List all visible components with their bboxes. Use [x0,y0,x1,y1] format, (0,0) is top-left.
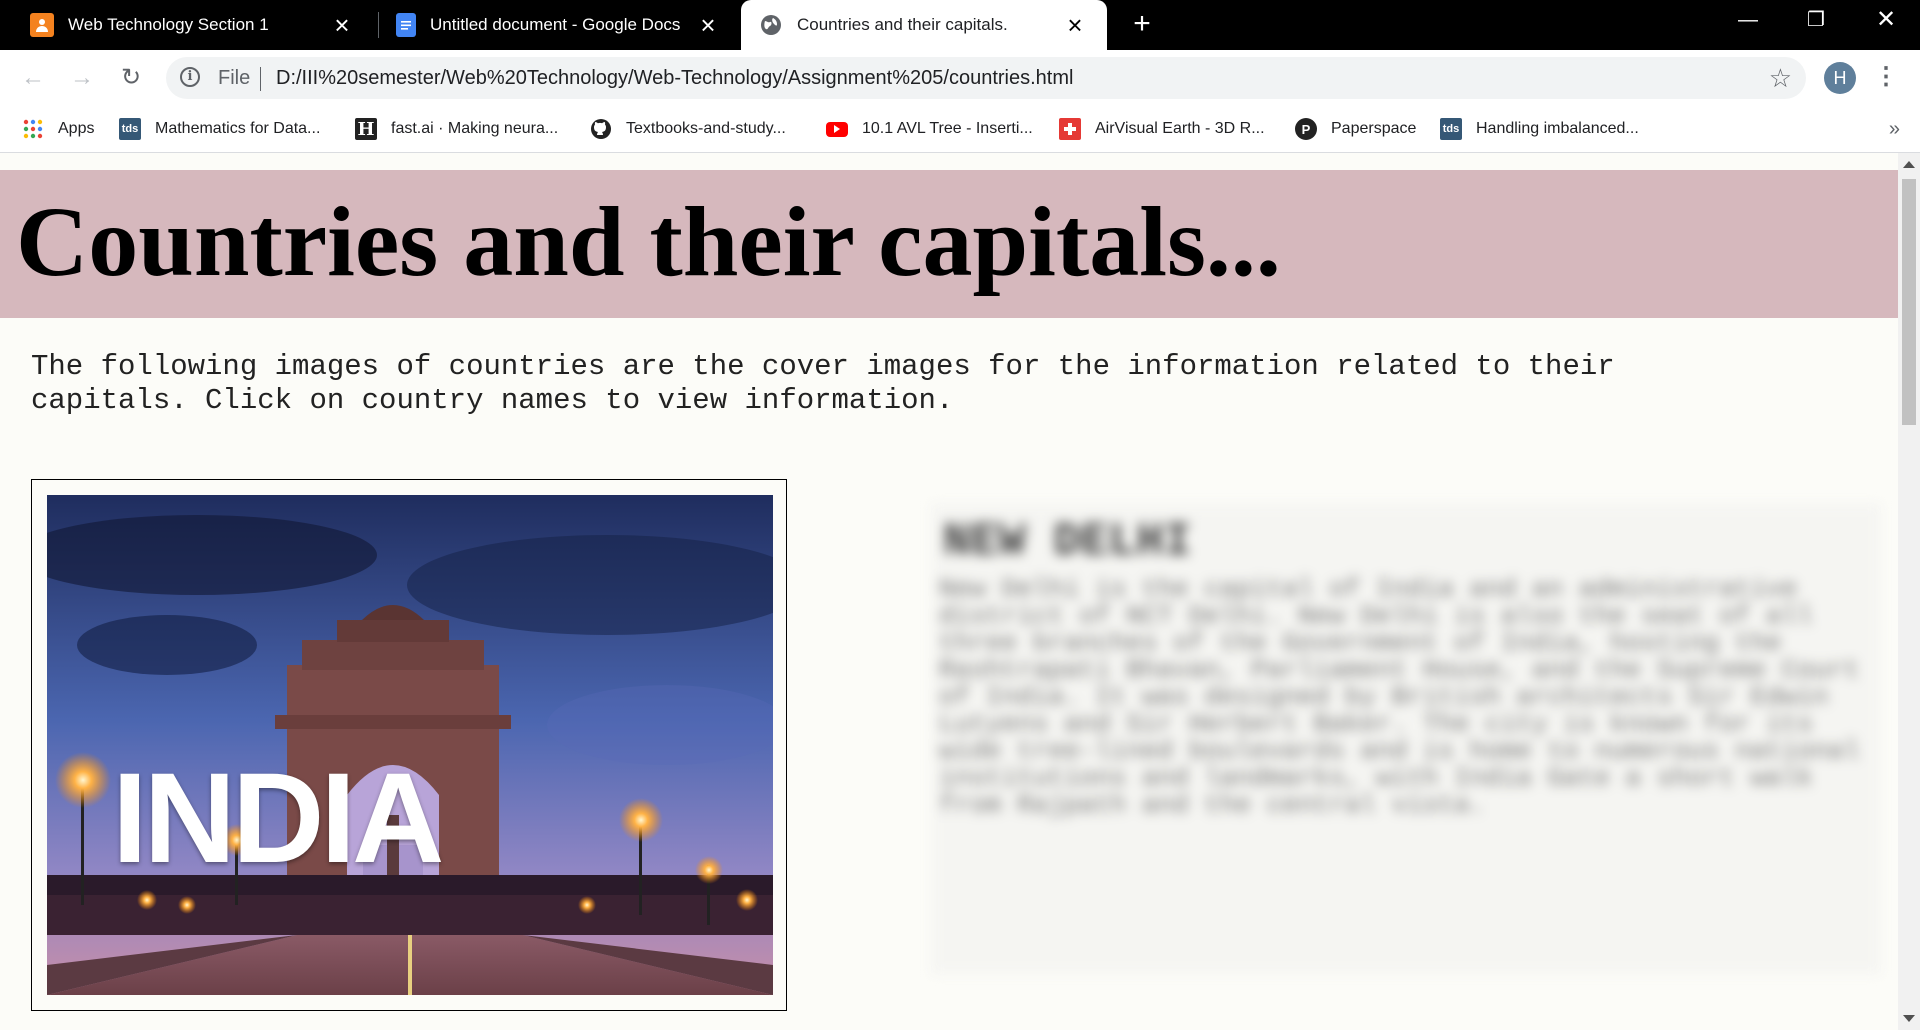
omnibox-divider [260,67,261,91]
github-icon [590,118,612,140]
new-tab-button[interactable]: + [1126,9,1158,41]
bookmark-label: Apps [58,120,95,137]
reload-icon[interactable]: ↻ [113,60,149,96]
star-icon[interactable]: ☆ [1769,63,1792,94]
page-scrollbar[interactable] [1898,153,1920,1030]
back-icon[interactable]: ← [15,60,51,96]
fastai-icon: H [355,118,377,140]
menu-icon[interactable]: ⋮ [1874,62,1898,94]
close-icon[interactable]: × [1063,12,1087,38]
bookmark-label: 10.1 AVL Tree - Inserti... [862,120,1033,137]
globe-icon [759,13,783,37]
bookmark-label: AirVisual Earth - 3D R... [1095,120,1265,137]
scroll-thumb[interactable] [1902,179,1916,425]
bookmark-apps[interactable]: Apps [22,114,94,144]
bookmark-avl-tree[interactable]: 10.1 AVL Tree - Inserti... [826,114,1033,144]
tab-title: Untitled document - Google Docs [430,15,681,34]
docs-icon [396,13,416,37]
tab-strip: Web Technology Section 1 × Untitled docu… [0,0,1920,50]
browser-toolbar: ← → ↻ i File D:/III%20semester/Web%20Tec… [0,50,1920,106]
airvisual-icon [1059,118,1081,140]
country-name-link[interactable]: INDIA [112,745,444,892]
person-orange-icon [30,13,54,37]
tab-title: Web Technology Section 1 [68,15,269,34]
close-icon[interactable]: × [696,12,720,38]
bookmark-mathematics[interactable]: tds Mathematics for Data... [119,114,320,144]
youtube-icon [826,121,848,137]
apps-grid-icon [22,118,44,140]
profile-avatar[interactable]: H [1824,62,1856,94]
window-close-icon[interactable]: ✕ [1852,0,1920,44]
scroll-up-icon[interactable] [1903,161,1915,168]
forward-icon[interactable]: → [64,60,100,96]
bookmark-label: fast.ai · Making neura... [391,120,559,137]
bookmarks-overflow-icon[interactable]: » [1889,118,1900,141]
bookmark-airvisual[interactable]: AirVisual Earth - 3D R... [1059,114,1265,144]
page-title: Countries and their capitals... [16,186,1281,297]
tab-web-technology[interactable]: Web Technology Section 1 × [0,0,374,50]
bookmark-textbooks[interactable]: Textbooks-and-study... [590,114,786,144]
bookmark-fastai[interactable]: H fast.ai · Making neura... [355,114,558,144]
tds-icon: tds [119,118,141,140]
scroll-down-icon[interactable] [1903,1015,1915,1022]
tds-icon: tds [1440,118,1462,140]
capital-info-panel: NEW DELHI New Delhi is the capital of In… [931,504,1881,974]
page-content: Countries and their capitals... The foll… [0,153,1898,1030]
paperspace-icon: P [1295,118,1317,140]
bookmark-label: Mathematics for Data... [155,120,321,137]
bookmark-label: Paperspace [1331,120,1417,137]
header-band: Countries and their capitals... [0,170,1898,318]
tab-google-docs[interactable]: Untitled document - Google Docs × [366,0,740,50]
minimize-icon[interactable]: — [1714,0,1782,44]
tab-countries[interactable]: Countries and their capitals. × [741,0,1107,50]
india-gate-photo[interactable]: INDIA [47,495,773,995]
url-text[interactable]: D:/III%20semester/Web%20Technology/Web-T… [276,67,1073,90]
capital-heading: NEW DELHI [943,516,1192,568]
bookmarks-bar: Apps tds Mathematics for Data... H fast.… [0,106,1920,153]
info-icon[interactable]: i [180,67,200,87]
capital-description: New Delhi is the capital of India and an… [939,574,1860,820]
country-card-india[interactable]: INDIA [31,479,787,1011]
close-icon[interactable]: × [330,12,354,38]
address-bar[interactable]: i File D:/III%20semester/Web%20Technolog… [166,57,1806,99]
bookmark-paperspace[interactable]: P Paperspace [1295,114,1416,144]
intro-text: The following images of countries are th… [31,350,1615,417]
bookmark-label: Handling imbalanced... [1476,120,1639,137]
bookmark-label: Textbooks-and-study... [626,120,786,137]
file-scheme-label: File [218,67,251,89]
restore-icon[interactable]: ❐ [1782,0,1850,44]
tab-title: Countries and their capitals. [797,15,1008,34]
bookmark-handling-imbalanced[interactable]: tds Handling imbalanced... [1440,114,1639,144]
